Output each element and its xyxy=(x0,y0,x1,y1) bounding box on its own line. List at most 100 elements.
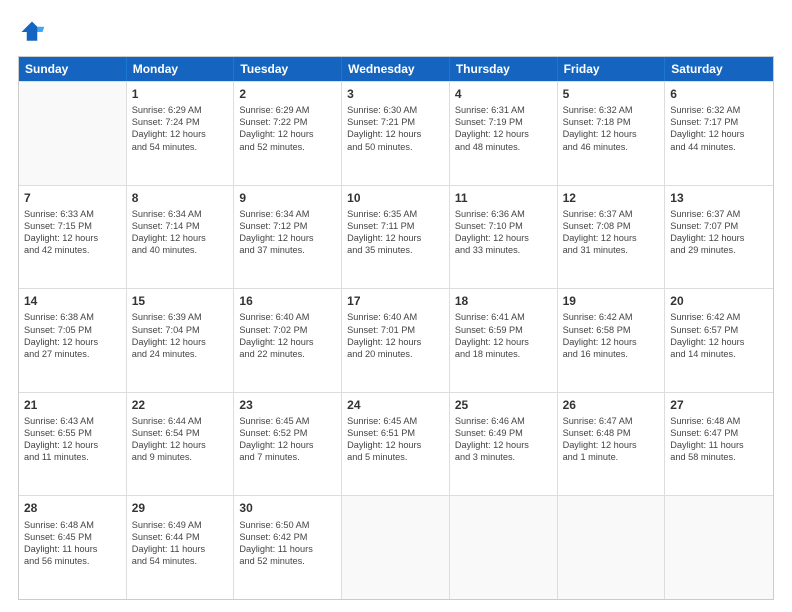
calendar-cell: 2Sunrise: 6:29 AMSunset: 7:22 PMDaylight… xyxy=(234,82,342,185)
cell-info-line: Sunrise: 6:38 AM xyxy=(24,311,121,323)
cell-info-line: Sunrise: 6:43 AM xyxy=(24,415,121,427)
calendar-cell xyxy=(19,82,127,185)
cell-info-line: Sunrise: 6:50 AM xyxy=(239,519,336,531)
cell-info-line: and 24 minutes. xyxy=(132,348,229,360)
day-number: 12 xyxy=(563,190,660,206)
day-number: 23 xyxy=(239,397,336,413)
calendar-cell: 25Sunrise: 6:46 AMSunset: 6:49 PMDayligh… xyxy=(450,393,558,496)
cell-info-line: Sunrise: 6:34 AM xyxy=(239,208,336,220)
day-number: 25 xyxy=(455,397,552,413)
cell-info-line: Sunset: 7:11 PM xyxy=(347,220,444,232)
cell-info-line: Sunset: 7:21 PM xyxy=(347,116,444,128)
weekday-header: Friday xyxy=(558,57,666,81)
day-number: 5 xyxy=(563,86,660,102)
cell-info-line: Sunset: 7:19 PM xyxy=(455,116,552,128)
calendar-header: SundayMondayTuesdayWednesdayThursdayFrid… xyxy=(19,57,773,81)
cell-info-line: Sunrise: 6:33 AM xyxy=(24,208,121,220)
calendar-cell xyxy=(450,496,558,599)
day-number: 16 xyxy=(239,293,336,309)
day-number: 28 xyxy=(24,500,121,516)
day-number: 30 xyxy=(239,500,336,516)
cell-info-line: Daylight: 12 hours xyxy=(239,232,336,244)
cell-info-line: and 11 minutes. xyxy=(24,451,121,463)
calendar-cell: 14Sunrise: 6:38 AMSunset: 7:05 PMDayligh… xyxy=(19,289,127,392)
header xyxy=(18,18,774,46)
calendar-cell: 4Sunrise: 6:31 AMSunset: 7:19 PMDaylight… xyxy=(450,82,558,185)
cell-info-line: and 14 minutes. xyxy=(670,348,768,360)
day-number: 19 xyxy=(563,293,660,309)
cell-info-line: Sunrise: 6:45 AM xyxy=(239,415,336,427)
day-number: 22 xyxy=(132,397,229,413)
weekday-header: Thursday xyxy=(450,57,558,81)
cell-info-line: and 54 minutes. xyxy=(132,555,229,567)
cell-info-line: Daylight: 12 hours xyxy=(347,232,444,244)
cell-info-line: Daylight: 11 hours xyxy=(132,543,229,555)
cell-info-line: Sunset: 6:48 PM xyxy=(563,427,660,439)
cell-info-line: Sunrise: 6:42 AM xyxy=(670,311,768,323)
cell-info-line: and 52 minutes. xyxy=(239,141,336,153)
cell-info-line: Sunset: 7:14 PM xyxy=(132,220,229,232)
calendar-cell: 30Sunrise: 6:50 AMSunset: 6:42 PMDayligh… xyxy=(234,496,342,599)
cell-info-line: Sunrise: 6:40 AM xyxy=(239,311,336,323)
cell-info-line: Sunrise: 6:47 AM xyxy=(563,415,660,427)
cell-info-line: Daylight: 12 hours xyxy=(239,439,336,451)
calendar-cell xyxy=(665,496,773,599)
calendar-cell xyxy=(558,496,666,599)
cell-info-line: Daylight: 12 hours xyxy=(347,336,444,348)
day-number: 13 xyxy=(670,190,768,206)
cell-info-line: Sunset: 6:55 PM xyxy=(24,427,121,439)
calendar-cell: 13Sunrise: 6:37 AMSunset: 7:07 PMDayligh… xyxy=(665,186,773,289)
calendar-body: 1Sunrise: 6:29 AMSunset: 7:24 PMDaylight… xyxy=(19,81,773,599)
cell-info-line: Daylight: 12 hours xyxy=(132,336,229,348)
cell-info-line: and 48 minutes. xyxy=(455,141,552,153)
calendar-cell: 27Sunrise: 6:48 AMSunset: 6:47 PMDayligh… xyxy=(665,393,773,496)
calendar-row: 21 Sunrise: 6:43 AMSunset: 6:55 PM Dayligh… xyxy=(19,392,773,496)
cell-info-line: and 29 minutes. xyxy=(670,244,768,256)
calendar-cell: 16Sunrise: 6:40 AMSunset: 7:02 PMDayligh… xyxy=(234,289,342,392)
day-number: 6 xyxy=(670,86,768,102)
weekday-header: Wednesday xyxy=(342,57,450,81)
calendar-row: 1Sunrise: 6:29 AMSunset: 7:24 PMDaylight… xyxy=(19,81,773,185)
calendar-cell: 17Sunrise: 6:40 AMSunset: 7:01 PMDayligh… xyxy=(342,289,450,392)
cell-info-line: Daylight: 12 hours xyxy=(670,232,768,244)
calendar-cell: 18Sunrise: 6:41 AMSunset: 6:59 PMDayligh… xyxy=(450,289,558,392)
cell-info-line: Sunrise: 6:39 AM xyxy=(132,311,229,323)
cell-info-line: Daylight: 12 hours xyxy=(670,336,768,348)
cell-info-line: Sunrise: 6:46 AM xyxy=(455,415,552,427)
day-number: 29 xyxy=(132,500,229,516)
calendar-cell: 23Sunrise: 6:45 AMSunset: 6:52 PMDayligh… xyxy=(234,393,342,496)
cell-info-line: Daylight: 12 hours xyxy=(347,439,444,451)
cell-info-line: Daylight: 12 hours xyxy=(563,336,660,348)
calendar-cell: 24Sunrise: 6:45 AMSunset: 6:51 PMDayligh… xyxy=(342,393,450,496)
cell-info-line: and 42 minutes. xyxy=(24,244,121,256)
day-number: 9 xyxy=(239,190,336,206)
cell-info-line: Sunrise: 6:32 AM xyxy=(563,104,660,116)
cell-info-line: Sunset: 6:57 PM xyxy=(670,324,768,336)
cell-info-line: and 35 minutes. xyxy=(347,244,444,256)
cell-info-line: Sunrise: 6:41 AM xyxy=(455,311,552,323)
calendar-cell: 7Sunrise: 6:33 AMSunset: 7:15 PMDaylight… xyxy=(19,186,127,289)
day-number: 15 xyxy=(132,293,229,309)
calendar-cell: 10Sunrise: 6:35 AMSunset: 7:11 PMDayligh… xyxy=(342,186,450,289)
cell-info-line: Sunset: 7:01 PM xyxy=(347,324,444,336)
cell-info-line: Daylight: 12 hours xyxy=(455,439,552,451)
day-number: 21 xyxy=(24,397,121,413)
cell-info-line: Sunrise: 6:37 AM xyxy=(670,208,768,220)
cell-info-line: Daylight: 11 hours xyxy=(670,439,768,451)
cell-info-line: and 46 minutes. xyxy=(563,141,660,153)
cell-info-line: Sunrise: 6:45 AM xyxy=(347,415,444,427)
cell-info-line: Sunset: 7:22 PM xyxy=(239,116,336,128)
calendar-cell: 11Sunrise: 6:36 AMSunset: 7:10 PMDayligh… xyxy=(450,186,558,289)
cell-info-line: Sunrise: 6:34 AM xyxy=(132,208,229,220)
day-number: 2 xyxy=(239,86,336,102)
calendar-row: 14Sunrise: 6:38 AMSunset: 7:05 PMDayligh… xyxy=(19,288,773,392)
cell-info-line: Sunset: 7:10 PM xyxy=(455,220,552,232)
cell-info-line: Sunrise: 6:42 AM xyxy=(563,311,660,323)
logo xyxy=(18,18,50,46)
day-number: 26 xyxy=(563,397,660,413)
cell-info-line: Sunset: 7:18 PM xyxy=(563,116,660,128)
day-number: 8 xyxy=(132,190,229,206)
cell-info-line: Sunset: 6:54 PM xyxy=(132,427,229,439)
day-number: 14 xyxy=(24,293,121,309)
day-number: 1 xyxy=(132,86,229,102)
